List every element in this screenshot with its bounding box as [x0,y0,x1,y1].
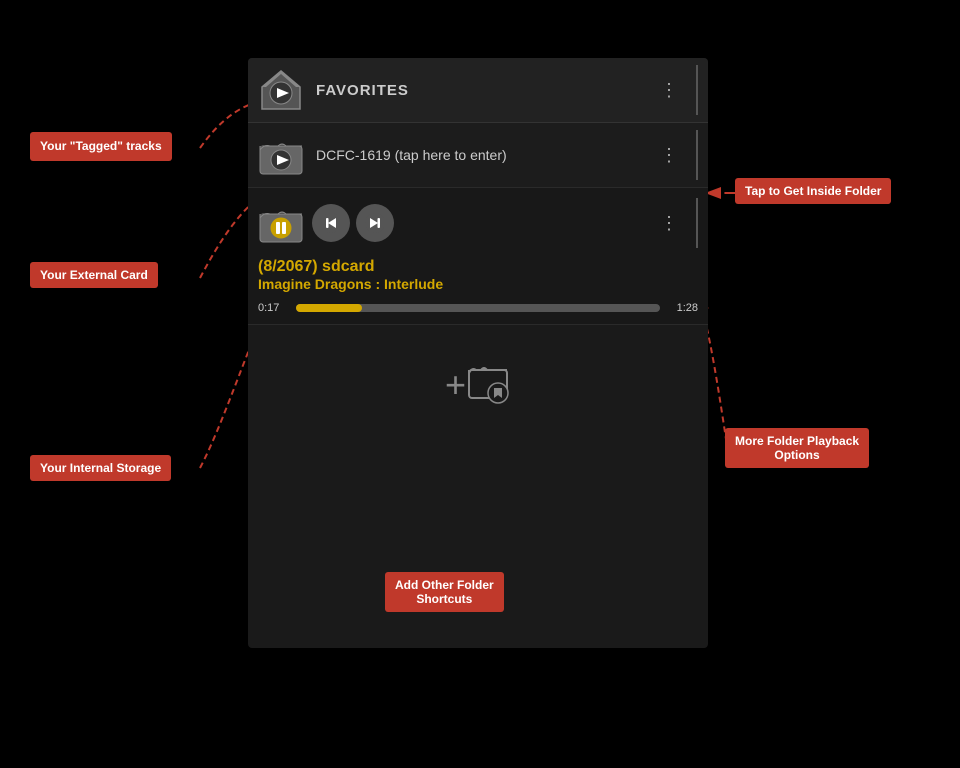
prev-button[interactable] [312,204,350,242]
annotation-internal-storage: Your Internal Storage [30,455,171,481]
progress-fill [296,304,362,312]
annotation-tap-inside: Tap to Get Inside Folder [735,178,891,204]
vertical-divider-sdcard [696,198,698,248]
next-button[interactable] [356,204,394,242]
annotation-add-shortcuts: Add Other Folder Shortcuts [385,572,504,612]
sdcard-menu-button[interactable]: ⋮ [652,209,686,238]
progress-bar-container[interactable]: 0:17 1:28 [258,302,698,314]
dcfc-menu-button[interactable]: ⋮ [652,141,686,170]
playing-top: ⋮ [258,198,698,248]
playback-controls [312,204,652,242]
dcfc-folder-icon [258,132,304,178]
sdcard-row: ⋮ (8/2067) sdcard Imagine Dragons : Inte… [248,188,708,325]
playing-info: (8/2067) sdcard Imagine Dragons : Interl… [258,254,698,296]
time-start: 0:17 [258,302,288,314]
add-folder-icon: + [443,355,513,420]
track-name: Imagine Dragons : Interlude [258,276,698,292]
annotation-tagged-tracks: Your "Tagged" tracks [30,132,172,161]
time-end: 1:28 [668,302,698,314]
dcfc-folder-row[interactable]: DCFC-1619 (tap here to enter) ⋮ [248,123,708,188]
dcfc-folder-label: DCFC-1619 (tap here to enter) [316,147,652,163]
app-panel: FAVORITES ⋮ DCFC-1619 (tap here to enter… [248,58,708,648]
annotation-external-card: Your External Card [30,262,158,288]
favorites-menu-button[interactable]: ⋮ [652,76,686,105]
annotation-more-options: More Folder Playback Options [725,428,869,468]
vertical-divider-dcfc [696,130,698,180]
track-counter: (8/2067) sdcard [258,258,698,276]
favorites-row[interactable]: FAVORITES ⋮ [248,58,708,123]
favorites-label: FAVORITES [316,82,652,99]
sdcard-folder-icon [258,200,304,246]
add-folder-area[interactable]: + [248,325,708,450]
vertical-divider-favorites [696,65,698,115]
svg-text:+: + [445,364,466,405]
progress-track[interactable] [296,304,660,312]
favorites-icon [258,67,304,113]
